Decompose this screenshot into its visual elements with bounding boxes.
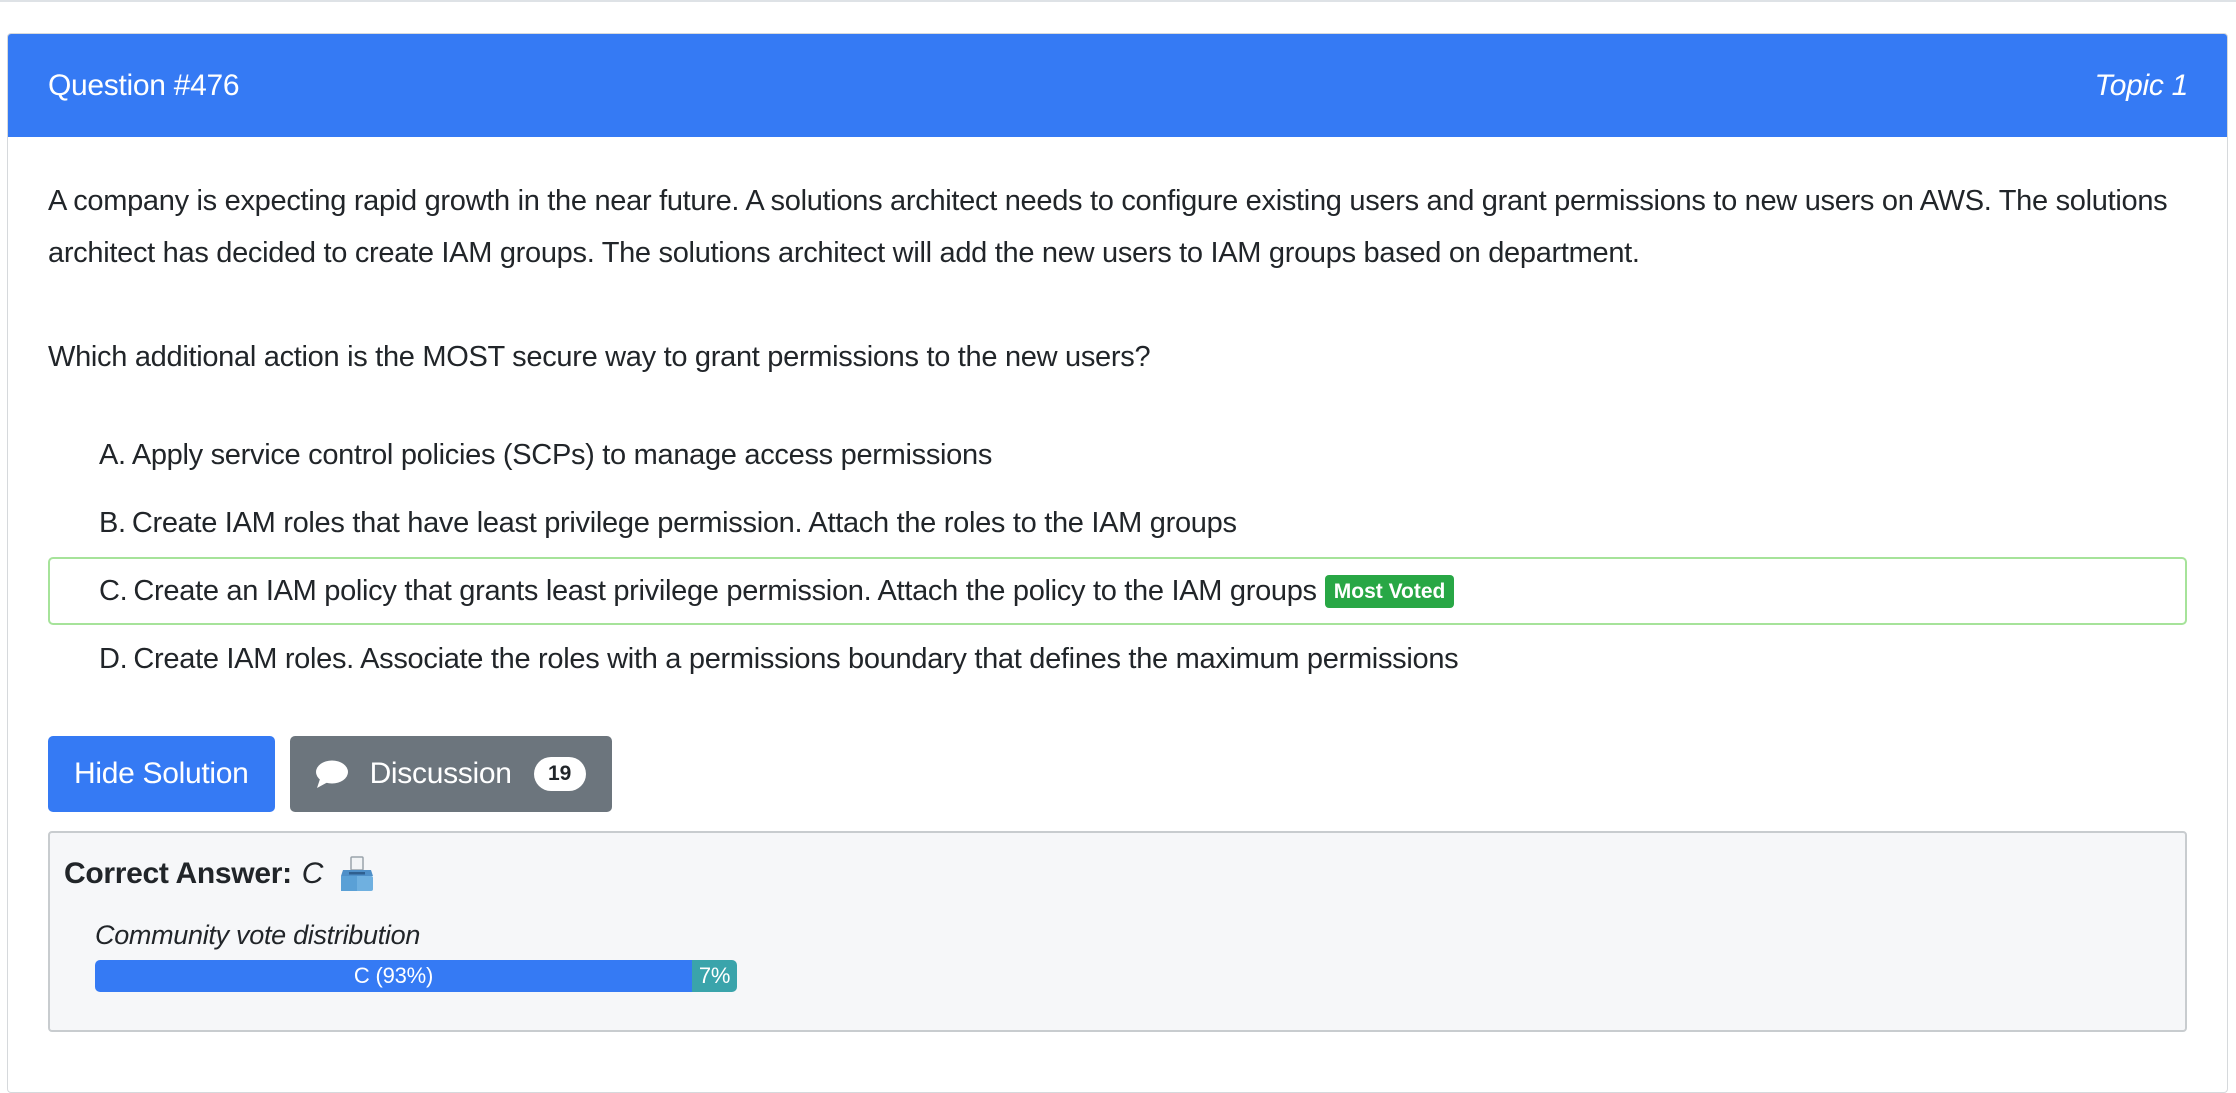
choice-letter: A. — [99, 439, 126, 471]
topic-label: Topic 1 — [2094, 68, 2188, 102]
choice-c[interactable]: C. Create an IAM policy that grants leas… — [48, 557, 2187, 625]
vote-segment-c: C (93%) — [95, 960, 693, 992]
choice-letter: C. — [99, 575, 128, 607]
action-buttons: Hide Solution Discussion 19 — [48, 736, 2187, 812]
vote-bar: C (93%) 7% — [95, 960, 737, 992]
question-body: A company is expecting rapid growth in t… — [8, 137, 2227, 1032]
choice-text: Apply service control policies (SCPs) to… — [131, 439, 993, 471]
ballot-box-icon[interactable] — [337, 854, 377, 894]
choice-letter: B. — [99, 507, 126, 539]
most-voted-badge: Most Voted — [1324, 574, 1455, 608]
top-divider — [0, 0, 2236, 2]
correct-answer-value: C — [301, 857, 324, 890]
answer-panel: Correct Answer: C Community vote distrib… — [48, 831, 2187, 1032]
vote-distribution-caption: Community vote distribution — [95, 920, 421, 950]
choices-list: A. Apply service control policies (SCPs)… — [48, 421, 2187, 693]
choice-text: Create IAM roles that have least privile… — [131, 507, 1237, 539]
hide-solution-button[interactable]: Hide Solution — [48, 736, 275, 812]
discussion-button[interactable]: Discussion 19 — [289, 736, 612, 812]
question-card: Question #476 Topic 1 A company is expec… — [7, 33, 2228, 1093]
vote-segment-other: 7% — [692, 960, 737, 992]
choice-text: Create an IAM policy that grants least p… — [133, 575, 1317, 607]
correct-answer-line: Correct Answer: C — [64, 849, 2171, 899]
question-text: A company is expecting rapid growth in t… — [48, 175, 2187, 383]
choice-b[interactable]: B. Create IAM roles that have least priv… — [48, 489, 2187, 557]
correct-answer-label: Correct Answer: — [64, 857, 292, 890]
choice-a[interactable]: A. Apply service control policies (SCPs)… — [48, 421, 2187, 489]
choice-text: Create IAM roles. Associate the roles wi… — [133, 643, 1459, 675]
question-prompt: Which additional action is the MOST secu… — [48, 341, 1151, 373]
vote-distribution: Community vote distribution C (93%) 7% — [64, 917, 2171, 992]
discussion-label: Discussion — [369, 757, 512, 790]
question-header: Question #476 Topic 1 — [8, 34, 2227, 137]
question-paragraph: A company is expecting rapid growth in t… — [48, 185, 2168, 269]
chat-bubble-icon — [314, 759, 350, 789]
question-number: Question #476 — [48, 68, 240, 102]
choice-d[interactable]: D. Create IAM roles. Associate the roles… — [48, 625, 2187, 693]
discussion-count-badge: 19 — [533, 757, 586, 791]
choice-letter: D. — [99, 643, 128, 675]
